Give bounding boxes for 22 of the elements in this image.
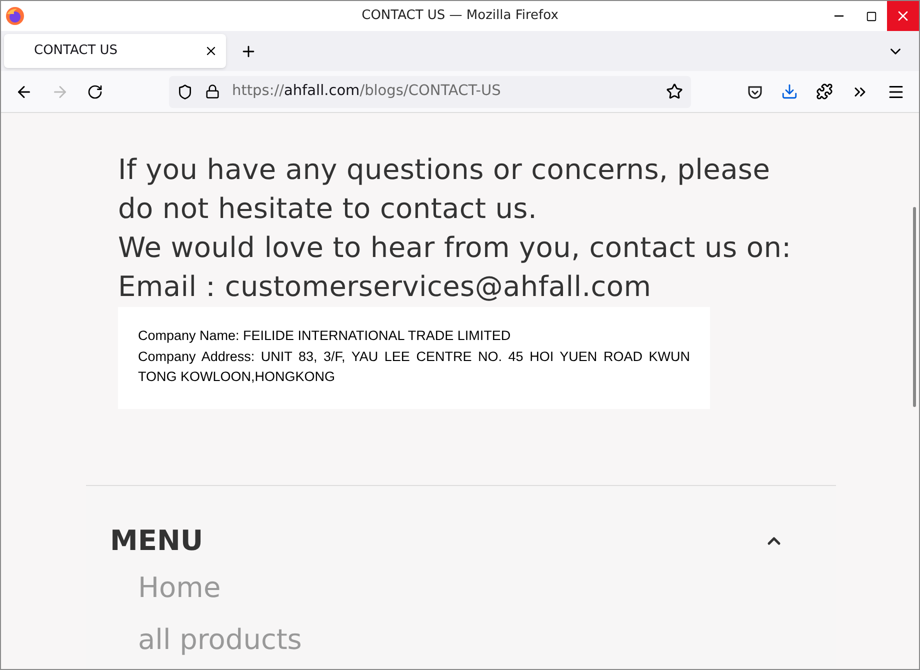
window-title: CONTACT US — Mozilla Firefox	[362, 7, 558, 26]
company-info-text: Company Address: UNIT 83, 3/F, YAU LEE CENTRE NO. 45 HOI YUEN ROAD KWUN TONG KOWLOON,HONGKONG	[138, 348, 690, 386]
company-info-text: Company Name: FEILIDE INTERNATIONAL TRADE LIMITED	[138, 327, 512, 345]
menu-title: MENU	[110, 523, 204, 559]
maximize-icon[interactable]	[866, 10, 876, 22]
close-button[interactable]	[887, 1, 919, 31]
reload-icon[interactable]	[87, 84, 103, 100]
scrollbar-thumb[interactable]	[913, 207, 916, 407]
contact-paragraph: If you have any questions or concerns, please do not hesitate to contact us.	[118, 152, 772, 227]
browser-tab[interactable]: CONTACT US	[4, 34, 226, 68]
extensions-icon[interactable]	[816, 83, 833, 100]
contact-paragraph: Email：customerservices@ahfall.com	[118, 269, 652, 305]
pocket-icon[interactable]	[747, 84, 763, 100]
lock-icon	[205, 84, 220, 99]
bookmark-star-icon[interactable]	[666, 83, 683, 100]
shield-icon[interactable]	[177, 84, 193, 100]
url-text: https://ahfall.com/blogs/CONTACT-US	[232, 82, 502, 101]
contact-paragraph: We would love to hear from you, contact us on:	[118, 230, 792, 266]
close-tab-icon[interactable]	[204, 44, 218, 58]
firefox-logo-icon	[5, 6, 25, 26]
download-icon[interactable]	[781, 83, 798, 100]
address-bar[interactable]: https://ahfall.com/blogs/CONTACT-US	[169, 76, 691, 108]
